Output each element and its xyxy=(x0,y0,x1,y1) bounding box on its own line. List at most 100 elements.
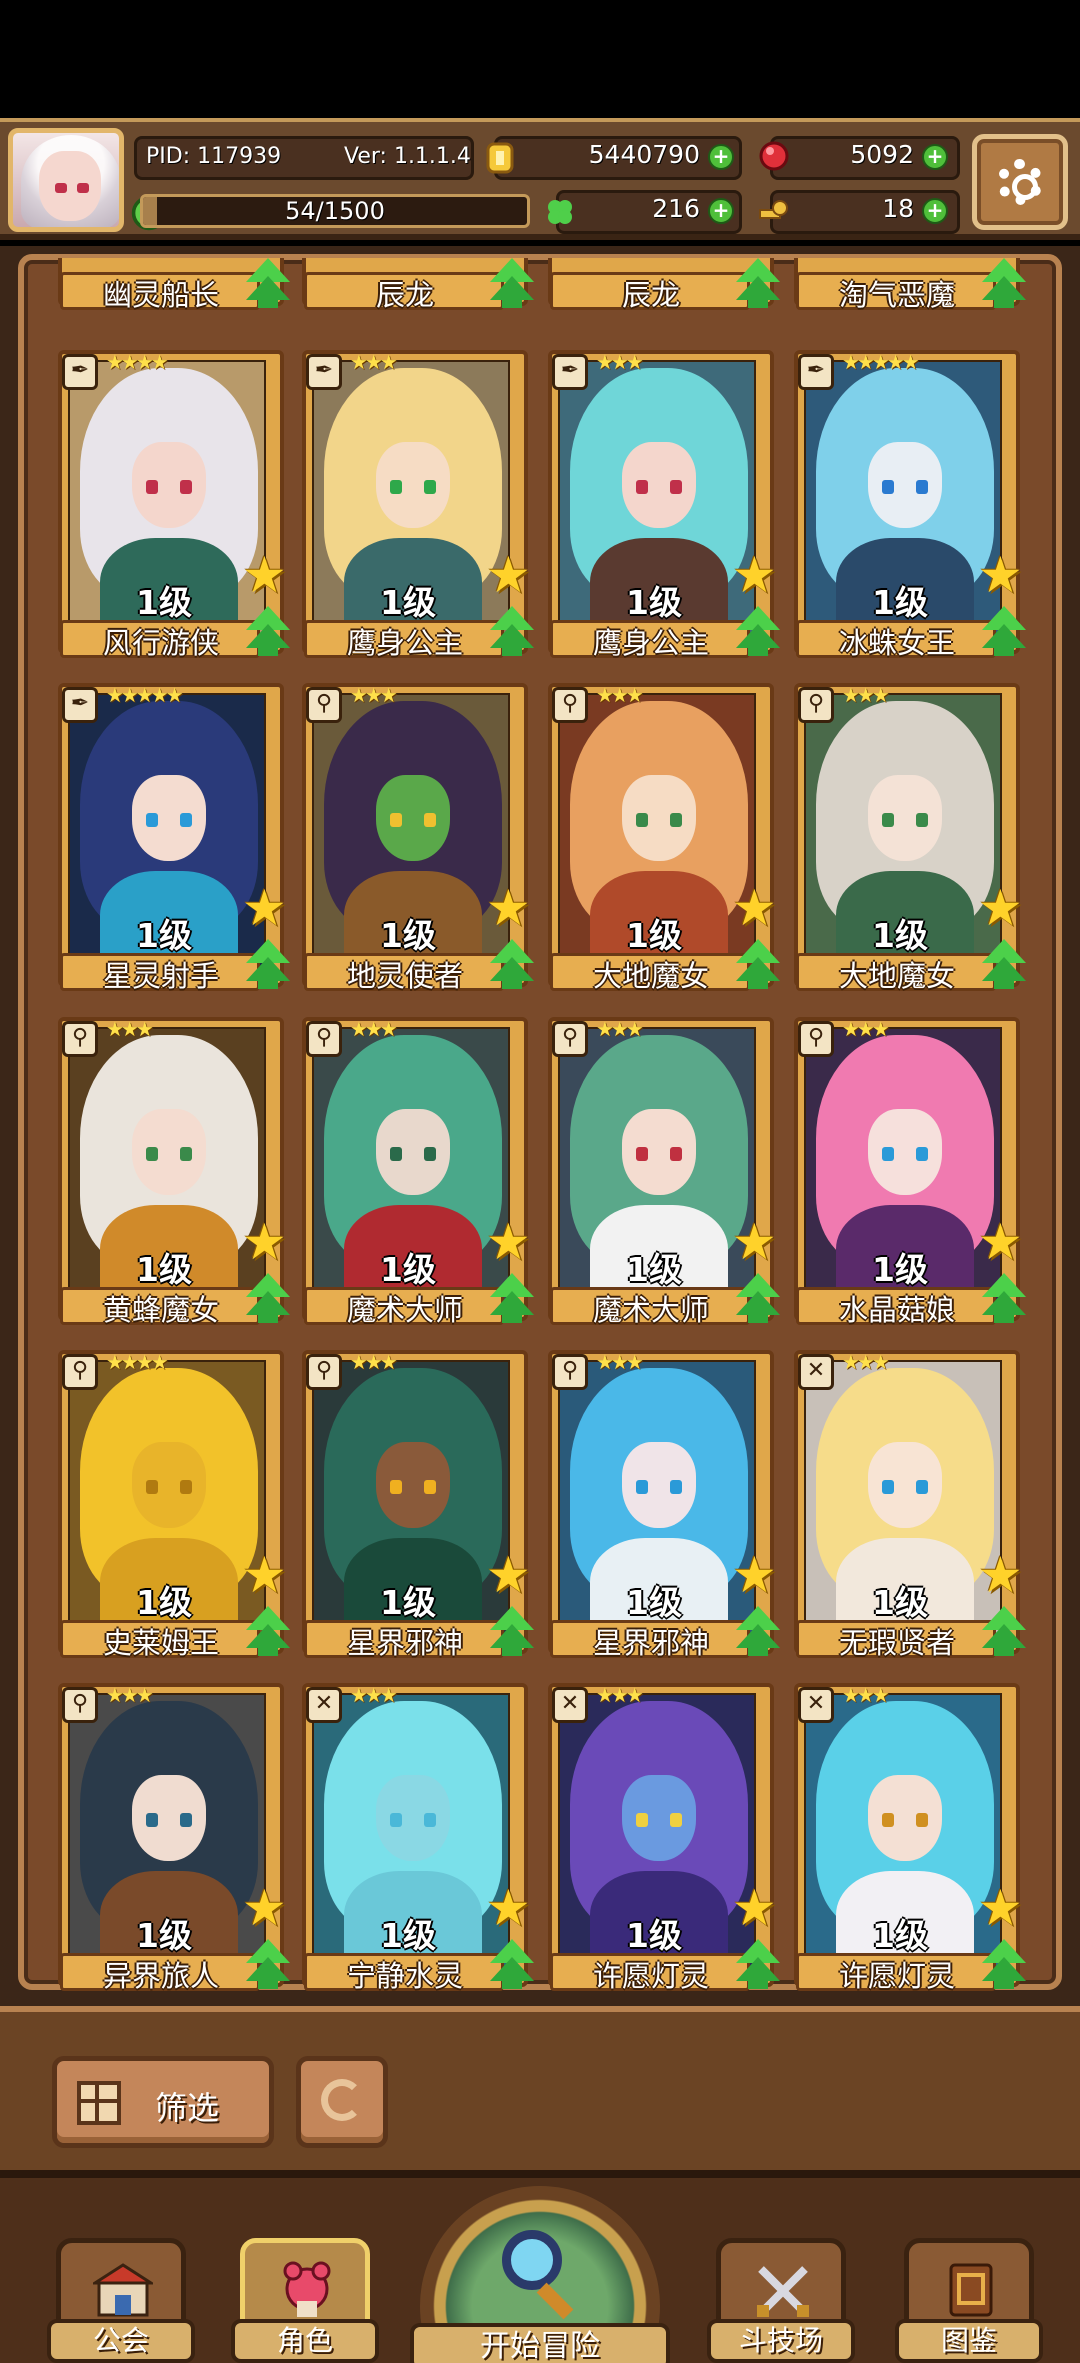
add-gold-button[interactable]: + xyxy=(708,144,734,170)
upgrade-arrow-icon[interactable] xyxy=(244,1606,292,1658)
portrait-eye xyxy=(916,480,928,494)
upgrade-arrow-icon[interactable] xyxy=(980,1606,1028,1658)
star-upgrade-icon[interactable]: ★ xyxy=(242,1217,292,1267)
upgrade-arrow-icon[interactable] xyxy=(244,939,292,991)
add-gems-button[interactable]: + xyxy=(922,144,948,170)
star-upgrade-icon[interactable]: ★ xyxy=(978,1550,1028,1600)
star-upgrade-icon[interactable]: ★ xyxy=(978,1217,1028,1267)
character-card[interactable]: ✒ ★★★★ 1级 风行游侠 ★ xyxy=(58,350,290,666)
upgrade-arrow-icon[interactable] xyxy=(734,1939,782,1991)
upgrade-arrow-icon[interactable] xyxy=(488,606,536,658)
character-card[interactable]: ⚲ ★★★ 1级 大地魔女 ★ xyxy=(548,683,780,999)
portrait-eye xyxy=(636,813,648,827)
star-upgrade-icon[interactable]: ★ xyxy=(732,1883,782,1933)
player-avatar[interactable] xyxy=(8,128,124,232)
add-clover-button[interactable]: + xyxy=(708,198,734,224)
character-card[interactable]: ⚲ ★★★ 1级 地灵使者 ★ xyxy=(302,683,534,999)
partial-top-row: 幽灵船长 辰龙 辰龙 淘气恶魔 xyxy=(30,258,1050,324)
class-icon: ⚲ xyxy=(62,1021,98,1057)
character-card[interactable]: ✕ ★★★ 1级 许愿灯灵 ★ xyxy=(548,1683,780,1999)
settings-button[interactable] xyxy=(972,134,1068,230)
portrait-eye xyxy=(146,480,158,494)
upgrade-arrow-icon[interactable] xyxy=(734,606,782,658)
star-upgrade-icon[interactable]: ★ xyxy=(732,1217,782,1267)
upgrade-arrow-icon[interactable] xyxy=(734,1273,782,1325)
portrait-face xyxy=(132,1775,206,1861)
upgrade-arrow-icon[interactable] xyxy=(488,939,536,991)
character-card[interactable]: ✒ ★★★ 1级 鹰身公主 ★ xyxy=(548,350,780,666)
upgrade-arrow-icon[interactable] xyxy=(980,1939,1028,1991)
upgrade-arrow-icon[interactable] xyxy=(488,1273,536,1325)
filter-button[interactable]: 筛选 xyxy=(52,2056,274,2148)
character-card[interactable]: ✒ ★★★ 1级 鹰身公主 ★ xyxy=(302,350,534,666)
star-upgrade-icon[interactable]: ★ xyxy=(242,1550,292,1600)
star-upgrade-icon[interactable]: ★ xyxy=(978,883,1028,933)
character-card[interactable]: ⚲ ★★★ 1级 异界旅人 ★ xyxy=(58,1683,290,1999)
character-card[interactable]: ⚲ ★★★ 1级 大地魔女 ★ xyxy=(794,683,1026,999)
character-card-partial[interactable]: 辰龙 xyxy=(548,258,780,318)
character-card[interactable]: ✕ ★★★ 1级 无瑕贤者 ★ xyxy=(794,1350,1026,1666)
nav-guild[interactable]: 公会 xyxy=(47,2238,195,2363)
star-upgrade-icon[interactable]: ★ xyxy=(486,1883,536,1933)
character-card[interactable]: ✕ ★★★ 1级 宁静水灵 ★ xyxy=(302,1683,534,1999)
upgrade-arrow-icon[interactable] xyxy=(244,606,292,658)
upgrade-arrow-icon[interactable] xyxy=(734,939,782,991)
star-upgrade-icon[interactable]: ★ xyxy=(486,1550,536,1600)
rarity-stars: ★★★ xyxy=(350,1683,398,1707)
nav-start-adventure[interactable]: 开始冒险 xyxy=(410,2178,670,2363)
upgrade-arrow-icon[interactable] xyxy=(488,1606,536,1658)
character-card[interactable]: ⚲ ★★★ 1级 黄蜂魔女 ★ xyxy=(58,1017,290,1333)
nav-codex[interactable]: 图鉴 xyxy=(895,2238,1043,2363)
character-card[interactable]: ⚲ ★★★ 1级 魔术大师 ★ xyxy=(302,1017,534,1333)
portrait-eye xyxy=(146,813,158,827)
class-icon: ⚲ xyxy=(62,1687,98,1723)
upgrade-arrow-icon[interactable] xyxy=(244,1273,292,1325)
star-upgrade-icon[interactable]: ★ xyxy=(732,550,782,600)
character-card[interactable]: ✕ ★★★ 1级 许愿灯灵 ★ xyxy=(794,1683,1026,1999)
upgrade-arrow-icon[interactable] xyxy=(488,1939,536,1991)
character-card[interactable]: ⚲ ★★★ 1级 魔术大师 ★ xyxy=(548,1017,780,1333)
character-card-partial[interactable]: 淘气恶魔 xyxy=(794,258,1026,318)
star-upgrade-icon[interactable]: ★ xyxy=(732,883,782,933)
card-level: 1级 xyxy=(136,1916,192,1955)
nav-arena[interactable]: 斗技场 xyxy=(707,2238,855,2363)
star-upgrade-icon[interactable]: ★ xyxy=(978,1883,1028,1933)
upgrade-arrow-icon[interactable] xyxy=(244,1939,292,1991)
star-upgrade-icon[interactable]: ★ xyxy=(486,883,536,933)
character-card[interactable]: ⚲ ★★★ 1级 星界邪神 ★ xyxy=(302,1350,534,1666)
portrait-eye xyxy=(390,480,402,494)
star-upgrade-icon[interactable]: ★ xyxy=(242,550,292,600)
character-card-partial[interactable]: 幽灵船长 xyxy=(58,258,290,318)
star-upgrade-icon[interactable]: ★ xyxy=(242,1883,292,1933)
upgrade-arrow-icon[interactable] xyxy=(980,606,1028,658)
add-keys-button[interactable]: + xyxy=(922,198,948,224)
upgrade-arrow-icon[interactable] xyxy=(980,939,1028,991)
star-upgrade-icon[interactable]: ★ xyxy=(486,550,536,600)
character-icon xyxy=(283,2261,331,2317)
nav-character[interactable]: 角色 xyxy=(231,2238,379,2363)
upgrade-arrow-icon[interactable] xyxy=(488,258,536,310)
character-card[interactable]: ✒ ★★★★★ 1级 星灵射手 ★ xyxy=(58,683,290,999)
character-card[interactable]: ✒ ★★★★★ 1级 冰蛛女王 ★ xyxy=(794,350,1026,666)
character-card[interactable]: ⚲ ★★★ 1级 星界邪神 ★ xyxy=(548,1350,780,1666)
upgrade-arrow-icon[interactable] xyxy=(980,1273,1028,1325)
star-upgrade-icon[interactable]: ★ xyxy=(978,550,1028,600)
upgrade-arrow-icon[interactable] xyxy=(734,258,782,310)
class-icon: ⚲ xyxy=(306,1354,342,1390)
ruby-icon xyxy=(759,141,789,171)
class-icon: ⚲ xyxy=(552,687,588,723)
portrait-face xyxy=(868,1442,942,1528)
star-upgrade-icon[interactable]: ★ xyxy=(732,1550,782,1600)
refresh-button[interactable] xyxy=(296,2056,388,2148)
upgrade-arrow-icon[interactable] xyxy=(734,1606,782,1658)
character-card-partial[interactable]: 辰龙 xyxy=(302,258,534,318)
magnifier-icon xyxy=(502,2230,562,2290)
top-status-bar: PID: 117939 Ver: 1.1.1.4 5440790 + 5092 … xyxy=(0,118,1080,240)
star-upgrade-icon[interactable]: ★ xyxy=(242,883,292,933)
upgrade-arrow-icon[interactable] xyxy=(980,258,1028,310)
character-card[interactable]: ⚲ ★★★ 1级 水晶菇娘 ★ xyxy=(794,1017,1026,1333)
star-upgrade-icon[interactable]: ★ xyxy=(486,1217,536,1267)
upgrade-arrow-icon[interactable] xyxy=(244,258,292,310)
character-card[interactable]: ⚲ ★★★★ 1级 史莱姆王 ★ xyxy=(58,1350,290,1666)
card-level: 1级 xyxy=(626,1916,682,1955)
